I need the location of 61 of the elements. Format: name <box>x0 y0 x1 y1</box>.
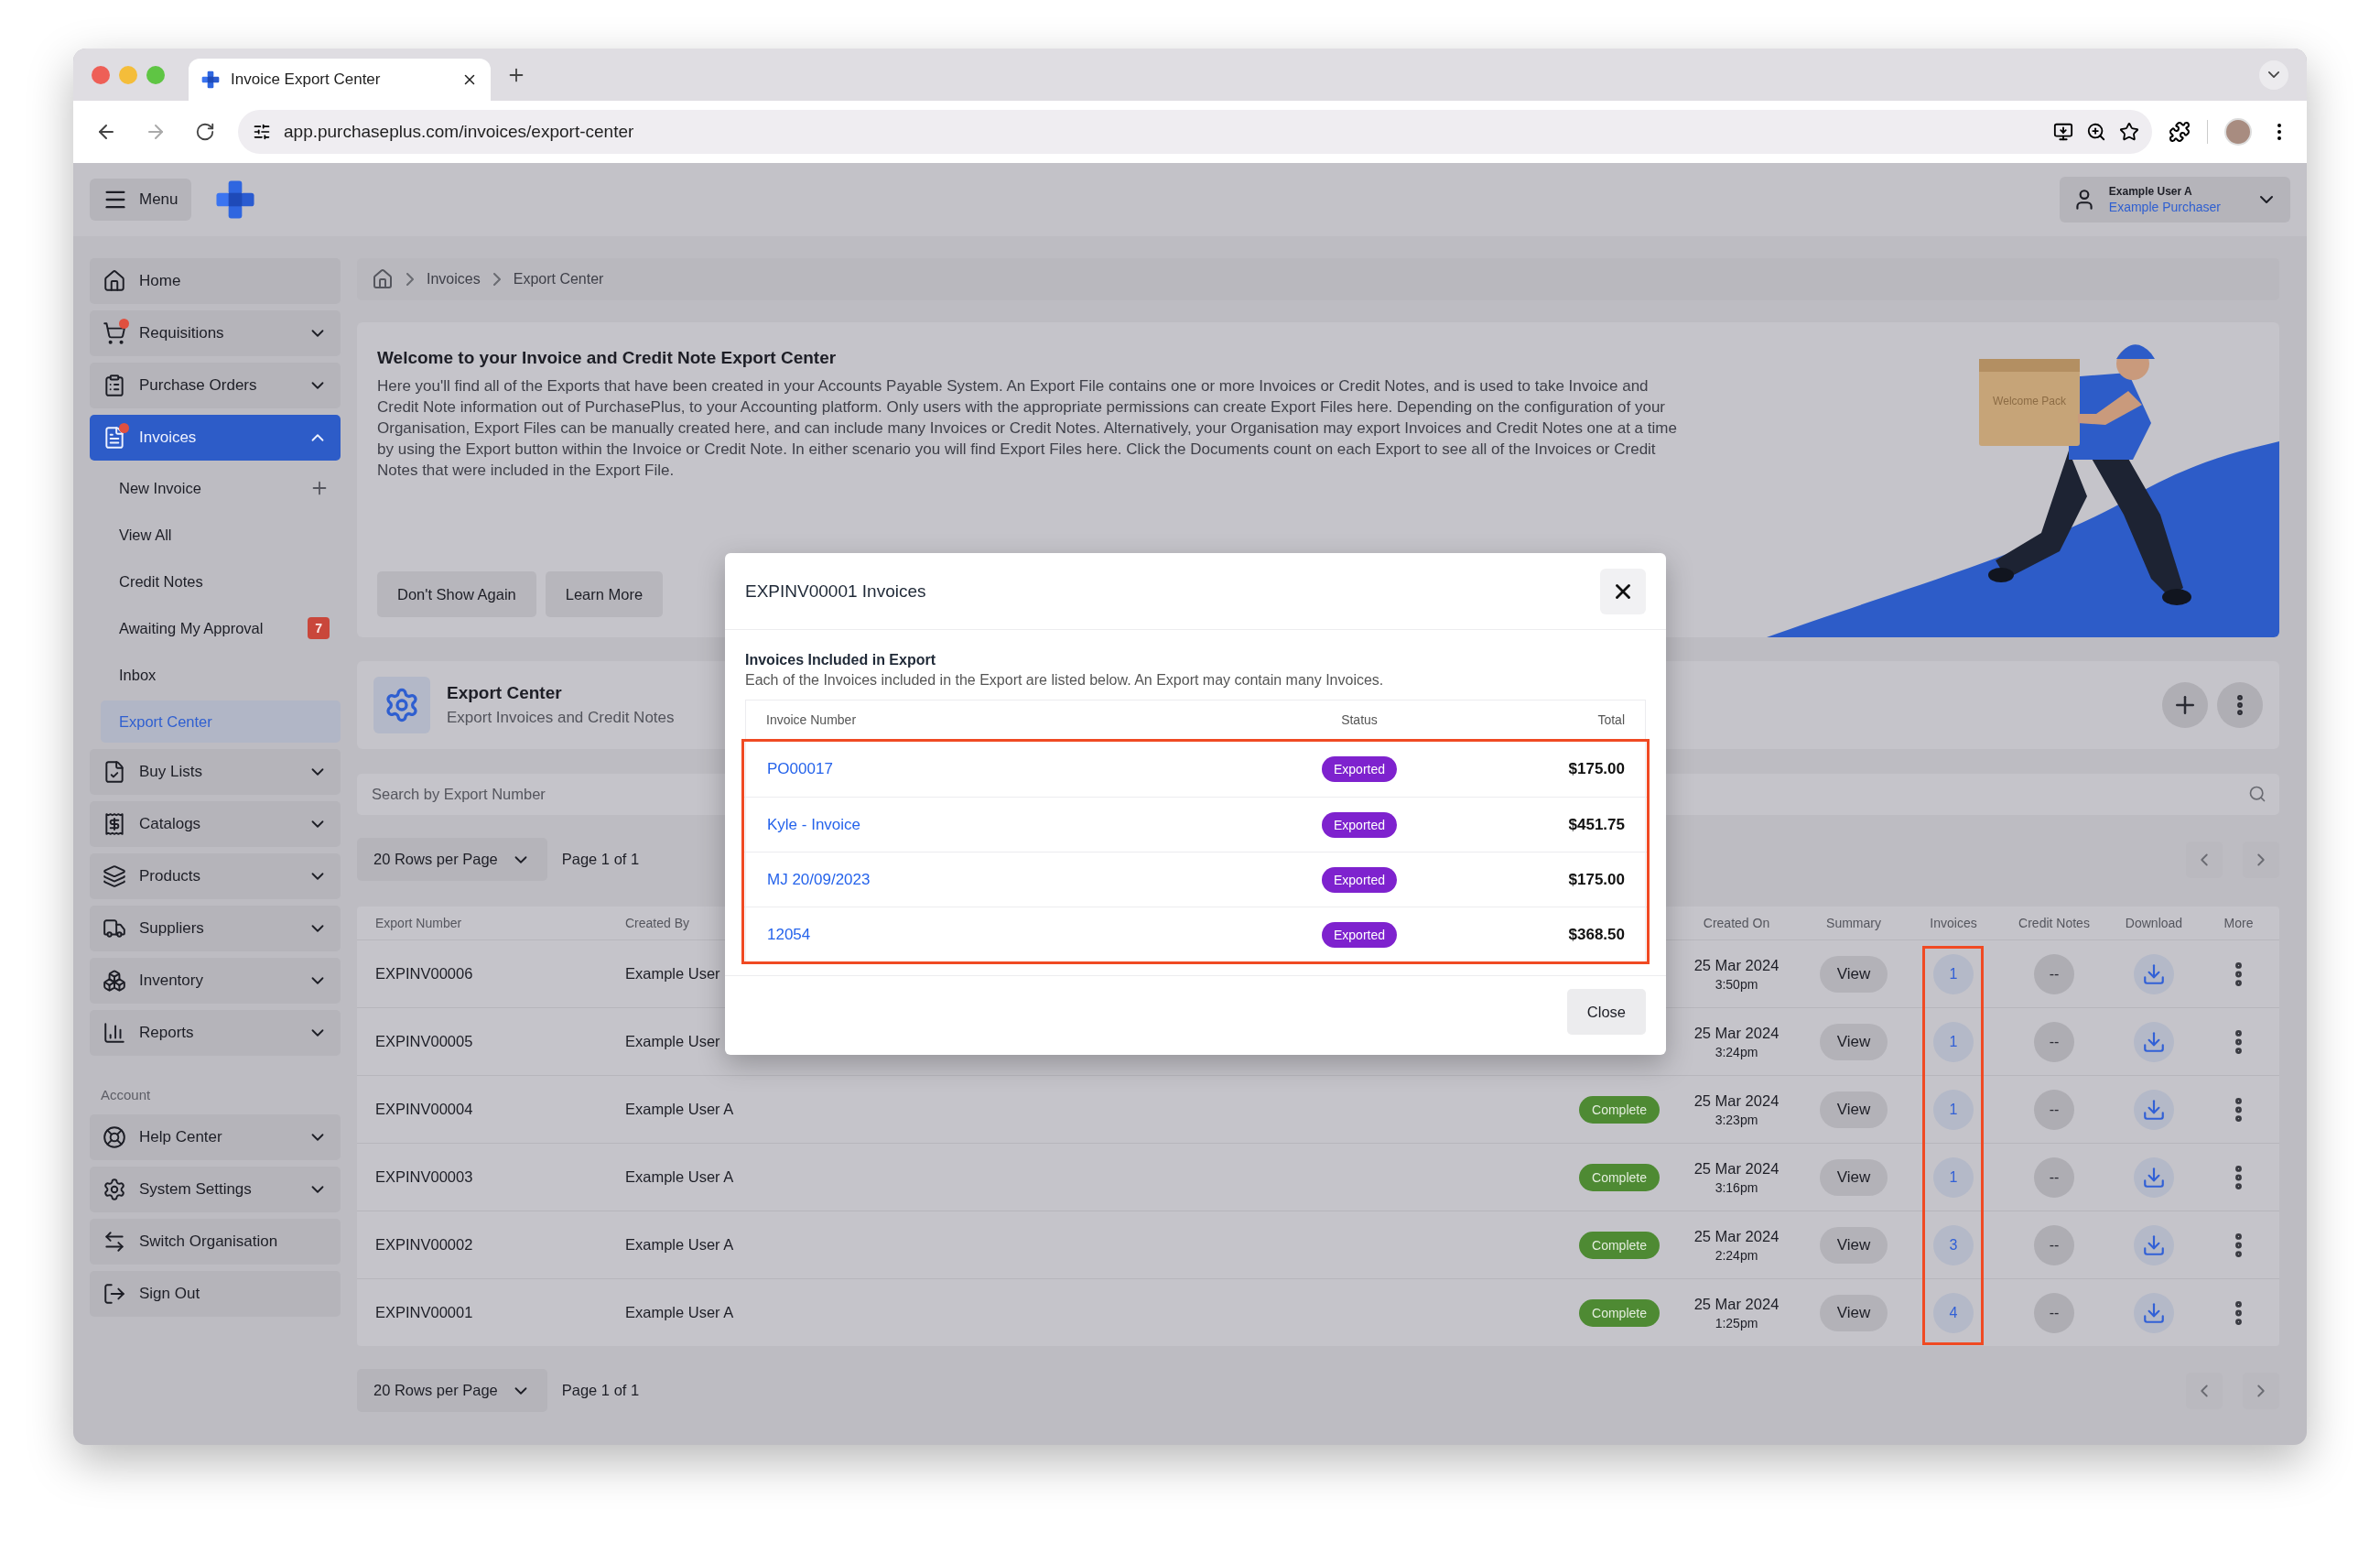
user-role: Example Purchaser <box>2108 200 2221 214</box>
invoice-total: $175.00 <box>1568 760 1625 778</box>
page-title: Export Center <box>447 683 563 703</box>
status-badge: Complete <box>1579 1298 1660 1327</box>
section-label: Account <box>100 1086 152 1104</box>
table-cell-text: Example User A <box>625 1304 735 1321</box>
page-subtitle: Export Invoices and Credit Notes <box>447 709 675 727</box>
column-header: Credit Notes <box>2018 916 2090 930</box>
table-cell-text: EXPINV00006 <box>375 965 474 983</box>
page-indicator: Page 1 of 1 <box>561 1382 640 1399</box>
status-badge: Complete <box>1579 1095 1660 1124</box>
created-date: 25 Mar 2024 <box>1693 1159 1780 1178</box>
column-header: More <box>2223 916 2254 930</box>
banner-text: Here you'll find all of the Exports that have been created in your Accounts Payable System. An Export File contains one or more Invoices or Credit Notes, and is used to take Invoice and Credit Note information out of PurchasePlus, to your Accounting platform. Only users with the appropriate permissions can create Export Files here. Depending on the configuration of your Organisation, Export Files can be manually created here, and can include many Invoices or Credit Notes. Alternatively, your Organisation may export Invoices and Credit Notes one at a time by using the Export button within the Invoice or Credit Note. In either scenario you will find Export Files here. Click the Documents count on each Export to see all of the Invoices or Credit Notes that were included in the Export File. <box>377 376 1677 481</box>
invoice-total: $175.00 <box>1568 870 1625 889</box>
created-time: 1:25pm <box>1715 1315 1758 1330</box>
column-header: Status <box>1341 712 1378 727</box>
table-cell-text: Example User A <box>625 1101 735 1118</box>
box-label: Welcome Pack <box>1993 395 2066 407</box>
created-time: 2:24pm <box>1715 1247 1758 1263</box>
created-date: 25 Mar 2024 <box>1693 1024 1780 1042</box>
created-date: 25 Mar 2024 <box>1693 1227 1780 1245</box>
count-badge: 7 <box>308 617 330 639</box>
status-badge: Exported <box>1321 756 1397 782</box>
created-time: 3:16pm <box>1715 1179 1758 1195</box>
created-time: 3:23pm <box>1715 1112 1758 1127</box>
created-time: 3:50pm <box>1715 976 1758 992</box>
table-cell-text: Example User A <box>625 1168 735 1186</box>
table-cell-text: Example User <box>625 1033 721 1050</box>
status-badge: Exported <box>1321 811 1397 838</box>
status-badge: Exported <box>1321 866 1397 893</box>
table-cell-text: EXPINV00004 <box>375 1101 474 1118</box>
created-date: 25 Mar 2024 <box>1693 1295 1780 1313</box>
created-time: 3:24pm <box>1715 1044 1758 1059</box>
dialog-title: EXPINV00001 Invoices <box>745 581 926 602</box>
user-name: Example User A <box>2108 185 2193 198</box>
status-badge: Exported <box>1321 921 1397 948</box>
section-title: Invoices Included in Export <box>745 652 937 668</box>
column-header: Invoices <box>1930 916 1977 930</box>
table-cell-text: Example User A <box>625 1236 735 1254</box>
table-cell-text: EXPINV00003 <box>375 1168 474 1186</box>
created-date: 25 Mar 2024 <box>1693 1091 1780 1110</box>
banner-title: Welcome to your Invoice and Credit Note Export Center <box>377 348 838 368</box>
invoice-total: $368.50 <box>1568 925 1625 944</box>
status-badge: Complete <box>1579 1163 1660 1191</box>
page-indicator: Page 1 of 1 <box>561 851 640 868</box>
table-cell-text: Example User <box>625 965 721 983</box>
section-description: Each of the Invoices included in the Export are listed below. An Export may contain many Invoices. <box>745 672 1385 689</box>
column-header: Export Number <box>375 916 462 930</box>
column-header: Total <box>1597 712 1625 727</box>
column-header: Download <box>2125 916 2183 930</box>
table-cell-text: EXPINV00002 <box>375 1236 474 1254</box>
column-header: Created By <box>625 916 690 930</box>
status-badge: Complete <box>1579 1231 1660 1259</box>
column-header: Summary <box>1826 916 1881 930</box>
column-header: Created On <box>1703 916 1770 930</box>
created-date: 25 Mar 2024 <box>1693 956 1780 974</box>
table-cell-text: EXPINV00005 <box>375 1033 474 1050</box>
invoice-total: $451.75 <box>1568 815 1625 834</box>
table-cell-text: EXPINV00001 <box>375 1304 474 1321</box>
column-header: Invoice Number <box>766 712 857 727</box>
